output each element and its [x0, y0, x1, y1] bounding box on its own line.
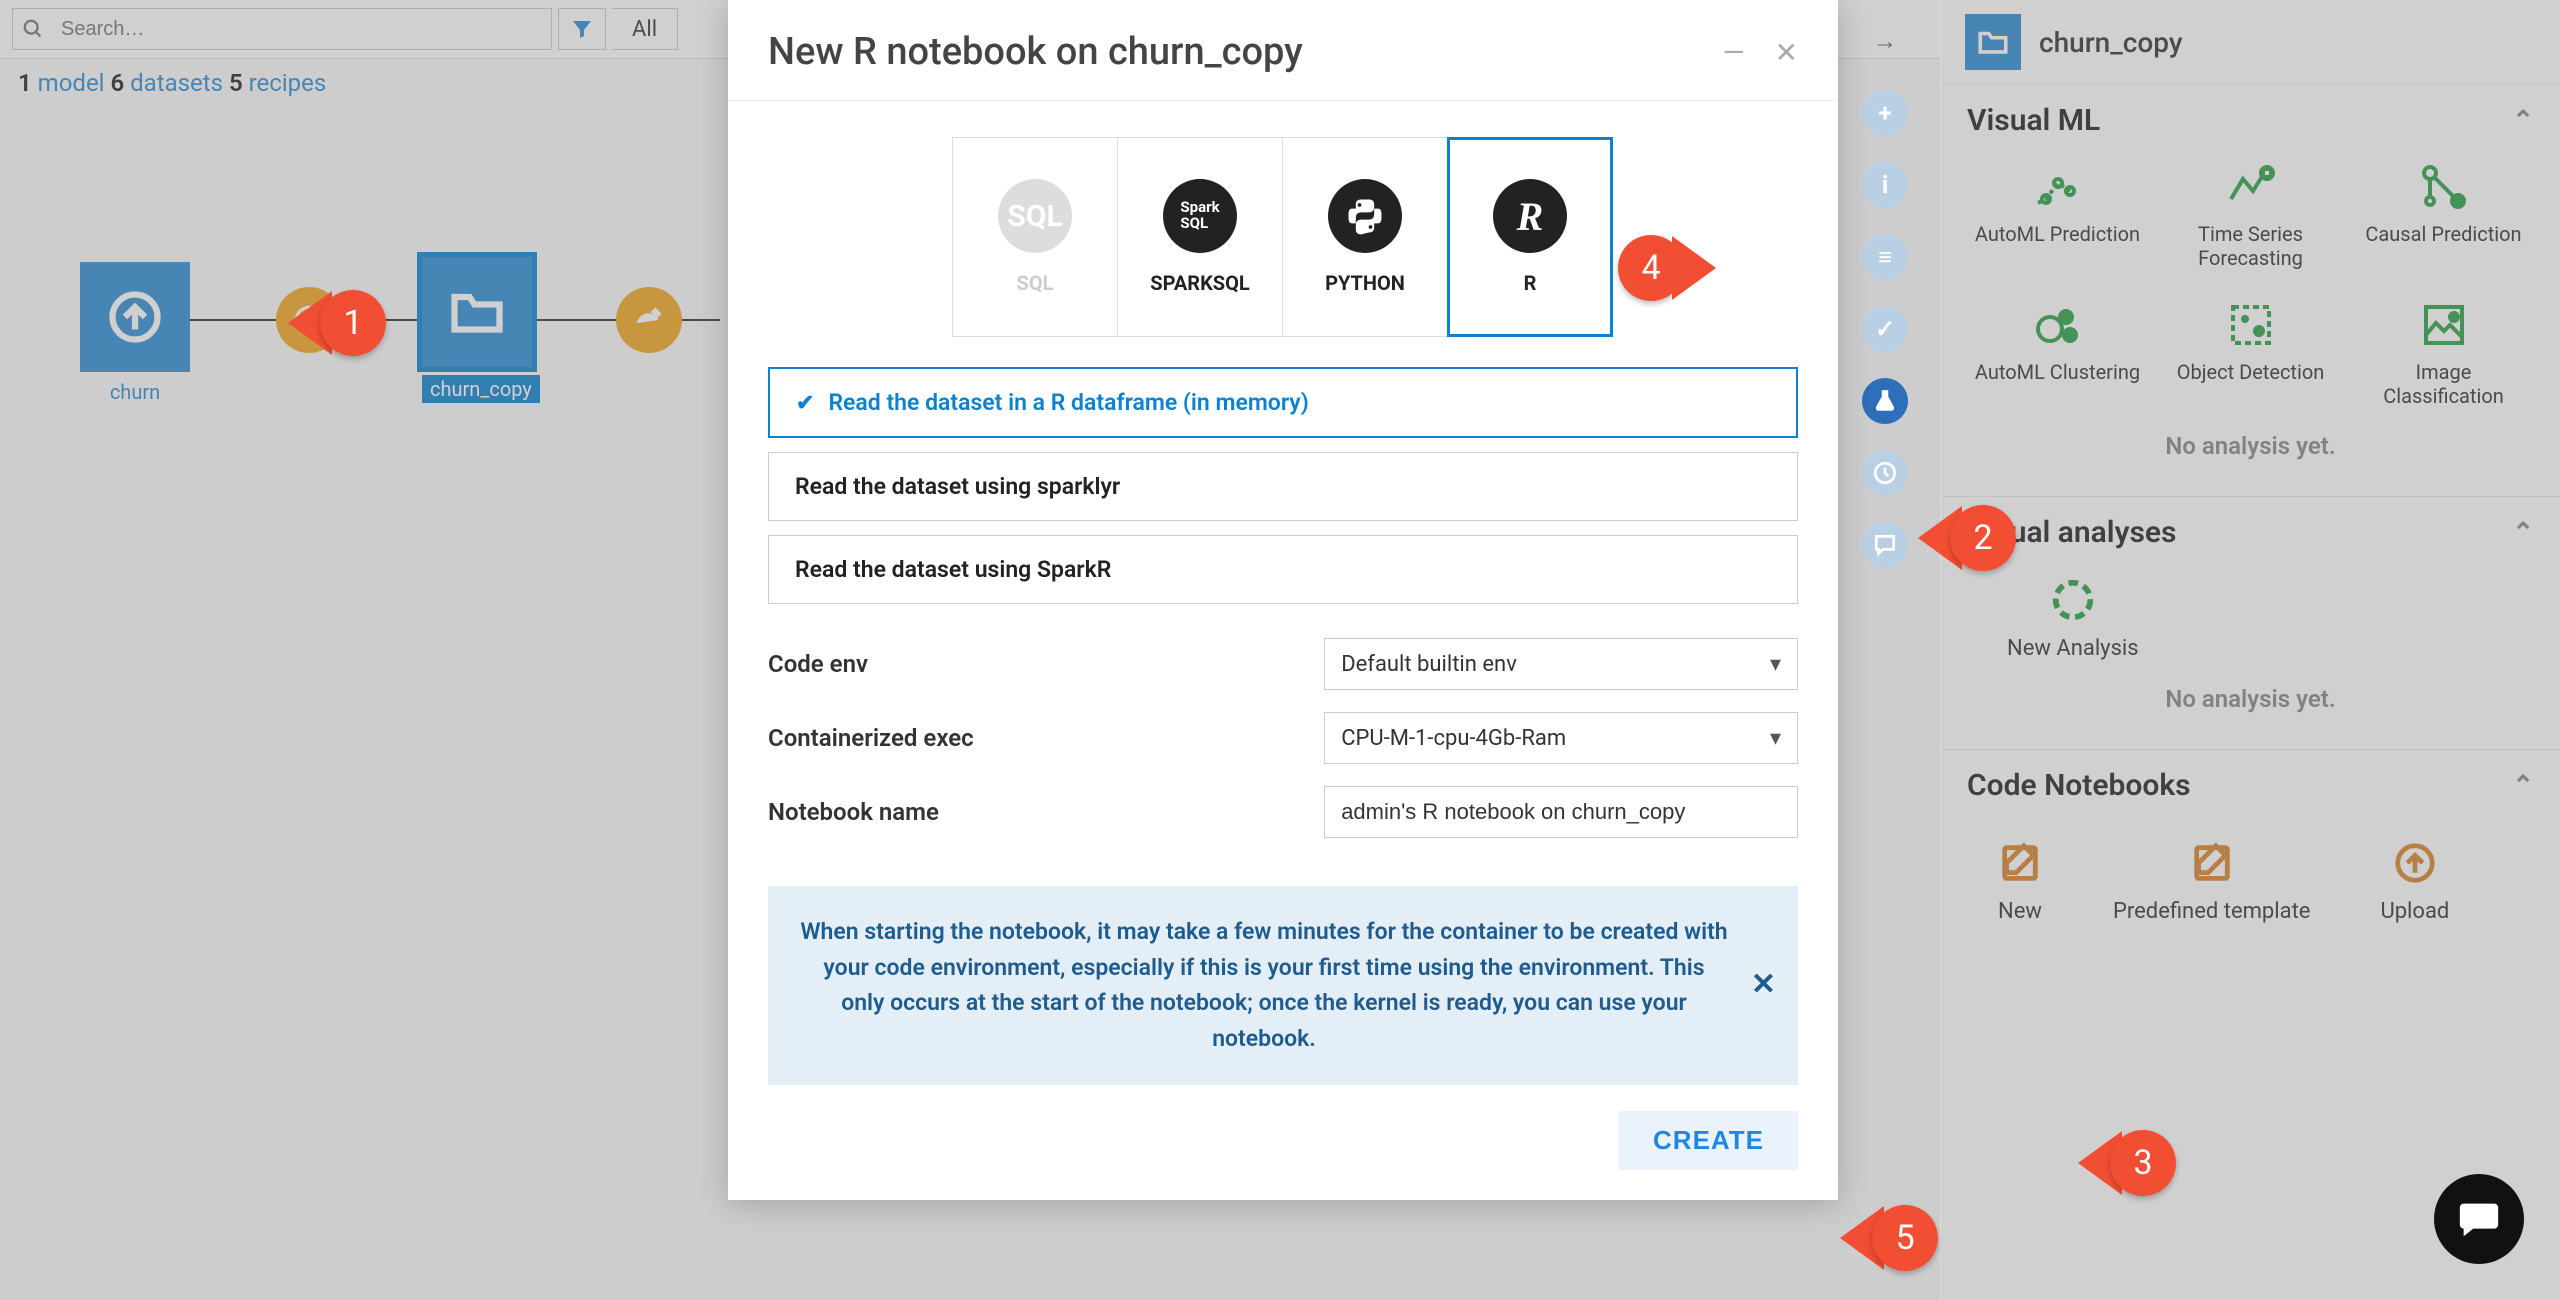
- python-icon: [1328, 179, 1402, 253]
- notebook-name-label: Notebook name: [768, 798, 1324, 826]
- section-title[interactable]: Code Notebooks ⌃: [1967, 768, 2534, 803]
- upload-dataset-icon: [80, 262, 190, 372]
- option-dataframe[interactable]: Read the dataset in a R dataframe (in me…: [768, 367, 1798, 438]
- empty-text: No analysis yet.: [1967, 661, 2534, 719]
- notebook-predefined[interactable]: Predefined template: [2113, 835, 2310, 924]
- container-select[interactable]: CPU-M-1-cpu-4Gb-Ram▾: [1324, 712, 1798, 764]
- flow-edge: [188, 319, 288, 321]
- notebook-name-input[interactable]: [1324, 786, 1798, 838]
- image-classification[interactable]: Image Classification: [2353, 298, 2534, 408]
- code-env-select[interactable]: Default builtin env▾: [1324, 638, 1798, 690]
- folder-dataset-icon: [422, 257, 532, 367]
- modal-form: Code env Default builtin env▾ Containeri…: [728, 622, 1838, 876]
- automl-prediction[interactable]: AutoML Prediction: [1967, 160, 2148, 270]
- section-title[interactable]: Visual ML ⌃: [1967, 103, 2534, 138]
- time-series-forecasting[interactable]: Time Series Forecasting: [2160, 160, 2341, 270]
- kernel-sparksql[interactable]: SparkSQLSPARKSQL: [1117, 137, 1283, 337]
- object-detection[interactable]: Object Detection: [2160, 298, 2341, 408]
- chevron-down-icon: ▾: [1770, 726, 1781, 751]
- node-label: churn: [80, 380, 190, 404]
- causal-prediction[interactable]: Causal Prediction: [2353, 160, 2534, 270]
- check-action-icon[interactable]: ✓: [1862, 306, 1908, 352]
- dataset-count: 6: [110, 69, 124, 97]
- chat-fab[interactable]: [2434, 1174, 2524, 1264]
- section-title[interactable]: Visual analyses ⌃: [1967, 515, 2534, 550]
- comment-action-icon[interactable]: [1862, 522, 1908, 568]
- info-action-icon[interactable]: i: [1862, 162, 1908, 208]
- new-notebook-modal: New R notebook on churn_copy — ✕ SQLSQL …: [728, 0, 1838, 1200]
- kernel-python[interactable]: PYTHON: [1282, 137, 1448, 337]
- close-icon[interactable]: ✕: [1775, 36, 1798, 69]
- notebook-new[interactable]: New: [1997, 835, 2043, 924]
- flow-node-churn[interactable]: churn: [80, 262, 190, 404]
- add-action-icon[interactable]: +: [1862, 90, 1908, 136]
- details-panel: churn_copy Visual ML ⌃ AutoML Prediction…: [1940, 0, 2560, 1300]
- panel-title: churn_copy: [2039, 26, 2183, 59]
- chevron-up-icon: ⌃: [2512, 771, 2534, 801]
- read-options: Read the dataset in a R dataframe (in me…: [728, 357, 1838, 622]
- lab-action-icon[interactable]: [1862, 378, 1908, 424]
- kernel-sql[interactable]: SQLSQL: [952, 137, 1118, 337]
- recipe-count: 5: [229, 69, 243, 97]
- option-sparklyr[interactable]: Read the dataset using sparklyr: [768, 452, 1798, 521]
- code-notebooks-section: Code Notebooks ⌃ New Predefined template…: [1941, 750, 2560, 964]
- recipes-link[interactable]: recipes: [249, 69, 327, 97]
- folder-icon: [1965, 14, 2021, 70]
- chevron-down-icon: ▾: [1770, 652, 1781, 677]
- visual-analyses-section: Visual analyses ⌃ New Analysis No analys…: [1941, 497, 2560, 750]
- recipe-node-prepare[interactable]: [616, 287, 682, 353]
- sql-icon: SQL: [998, 179, 1072, 253]
- flow-node-churn-copy[interactable]: churn_copy: [422, 257, 540, 403]
- node-label: churn_copy: [422, 375, 540, 403]
- sparksql-icon: SparkSQL: [1163, 179, 1237, 253]
- visual-ml-section: Visual ML ⌃ AutoML Prediction Time Serie…: [1941, 85, 2560, 497]
- chevron-up-icon: ⌃: [2512, 106, 2534, 136]
- filter-all-label[interactable]: All: [612, 8, 678, 50]
- list-action-icon[interactable]: ≡: [1862, 234, 1908, 280]
- search-box[interactable]: [12, 8, 552, 50]
- recipe-node[interactable]: [276, 287, 342, 353]
- empty-text: No analysis yet.: [1967, 408, 2534, 466]
- modal-title: New R notebook on churn_copy: [768, 30, 1303, 74]
- datasets-link[interactable]: datasets: [130, 69, 223, 97]
- minimize-icon[interactable]: —: [1723, 36, 1745, 69]
- panel-header: churn_copy: [1941, 0, 2560, 85]
- dismiss-info-icon[interactable]: ✕: [1751, 962, 1776, 1009]
- filter-button[interactable]: [558, 8, 606, 50]
- info-banner: When starting the notebook, it may take …: [768, 886, 1798, 1085]
- chevron-up-icon: ⌃: [2512, 518, 2534, 548]
- right-rail-actions: → + i ≡ ✓: [1862, 18, 1908, 568]
- code-env-label: Code env: [768, 650, 1324, 678]
- automl-clustering[interactable]: AutoML Clustering: [1967, 298, 2148, 408]
- notebook-upload[interactable]: Upload: [2380, 835, 2449, 924]
- app-root: All 1 model 6 datasets 5 recipes churn: [0, 0, 2560, 1300]
- history-action-icon[interactable]: [1862, 450, 1908, 496]
- kernel-selector: SQLSQL SparkSQLSPARKSQL PYTHON RR: [728, 101, 1838, 357]
- kernel-r[interactable]: RR: [1447, 137, 1613, 337]
- container-label: Containerized exec: [768, 724, 1324, 752]
- model-count: 1: [18, 69, 32, 97]
- r-icon: R: [1493, 179, 1567, 253]
- option-sparkr[interactable]: Read the dataset using SparkR: [768, 535, 1798, 604]
- new-analysis[interactable]: New Analysis: [1967, 572, 2179, 661]
- model-link[interactable]: model: [38, 69, 105, 97]
- create-button[interactable]: CREATE: [1619, 1111, 1798, 1170]
- search-input[interactable]: [53, 14, 551, 45]
- collapse-panel-icon[interactable]: →: [1862, 18, 1908, 64]
- search-icon: [13, 18, 53, 40]
- modal-header: New R notebook on churn_copy — ✕: [728, 0, 1838, 101]
